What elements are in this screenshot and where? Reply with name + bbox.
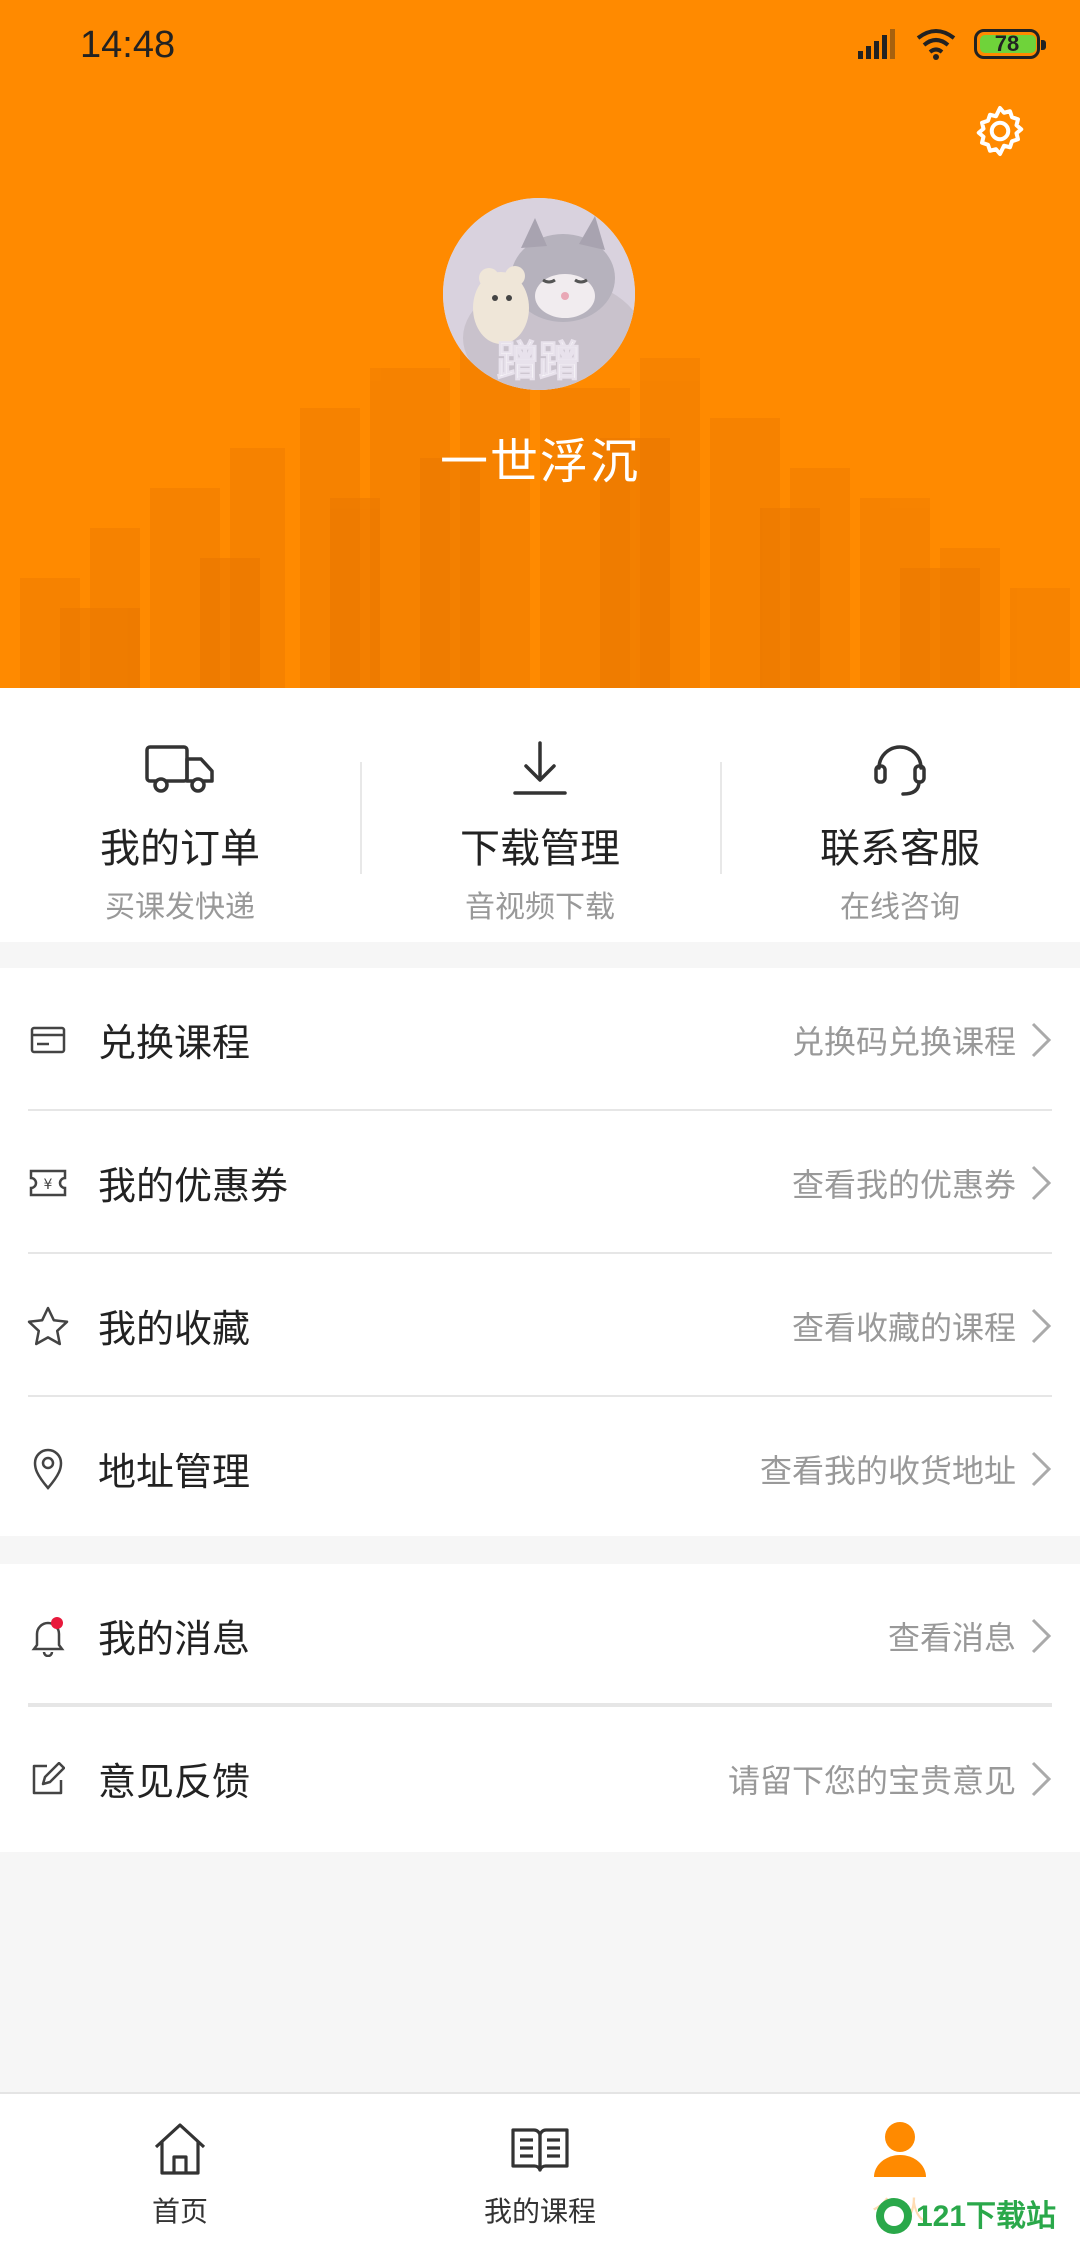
settings-button[interactable] [950,96,1050,166]
menu-row-label: 我的收藏 [98,1307,251,1351]
notification-dot [51,1616,63,1629]
home-icon [154,2123,206,2175]
quick-actions: 我的订单 买课发快递 下载管理 音视频下载 联系客服 在线咨询 [0,688,1080,942]
chevron-right-icon [1031,1308,1052,1343]
svg-text:¥: ¥ [44,1177,53,1193]
edit-icon [32,1761,65,1794]
menu-row-addresses[interactable]: 地址管理 查看我的收货地址 [0,1397,1080,1540]
quick-item-title: 下载管理 [460,826,620,872]
city-skyline-background [20,348,1070,688]
gear-icon [976,106,1024,156]
menu-row-label: 我的消息 [98,1617,251,1661]
quick-item-subtitle: 在线咨询 [840,890,960,925]
card-icon [30,1026,66,1053]
quick-item-support[interactable]: 联系客服 在线咨询 [720,688,1080,942]
menu-row-messages[interactable]: 我的消息 查看消息 [0,1564,1080,1707]
chevron-right-icon [1031,1022,1052,1057]
menu-row-hint: 请留下您的宝贵意见 [727,1761,1016,1800]
star-icon [27,1306,69,1345]
tab-my-courses[interactable]: 我的课程 [360,2094,720,2248]
book-icon [511,2128,569,2172]
username: 一世浮沉 [439,434,640,490]
avatar-cat-photo: 蹭蹭 [443,198,635,390]
chevron-right-icon [1031,1761,1052,1796]
status-time: 14:48 [80,24,176,66]
person-icon [874,2122,926,2177]
watermark-logo: 121下载站 [870,2186,1070,2242]
avatar-caption: 蹭蹭 [497,337,581,386]
battery-indicator: 78 [974,29,1046,59]
watermark-text: 121下载站 [916,2200,1056,2233]
chevron-right-icon [1031,1165,1052,1200]
menu-row-hint: 查看收藏的课程 [791,1308,1016,1347]
menu-row-label: 我的优惠券 [98,1164,289,1208]
menu-row-hint: 查看消息 [887,1618,1016,1657]
truck-icon [145,745,214,793]
menu-group-account: 兑换课程 兑换码兑换课程 ¥ 我的优惠券 查看我的优惠券 我的收藏 查看收藏的课… [0,968,1080,1536]
coupon-icon: ¥ [29,1169,67,1196]
menu-group-messages: 我的消息 查看消息 意见反馈 请留下您的宝贵意见 [0,1564,1080,1852]
menu-row-label: 地址管理 [98,1450,251,1494]
menu-row-label: 兑换课程 [98,1021,251,1065]
tab-home[interactable]: 首页 [0,2094,360,2248]
headset-icon [874,745,926,796]
quick-item-title: 联系客服 [820,826,980,872]
tab-label: 首页 [151,2195,208,2228]
quick-item-downloads[interactable]: 下载管理 音视频下载 [360,688,720,942]
quick-item-subtitle: 音视频下载 [465,890,615,925]
wifi-icon [916,29,956,60]
menu-row-favorites[interactable]: 我的收藏 查看收藏的课程 [0,1254,1080,1397]
profile-header: 14:48 78 蹭蹭 一世浮沉 [0,0,1080,688]
bell-icon [31,1616,65,1657]
quick-item-title: 我的订单 [100,826,260,872]
tab-label: 我的课程 [483,2195,596,2228]
menu-row-redeem-course[interactable]: 兑换课程 兑换码兑换课程 [0,968,1080,1111]
quick-item-subtitle: 买课发快递 [105,890,255,925]
chevron-right-icon [1031,1618,1052,1653]
signal-icon [858,29,895,59]
battery-level: 78 [994,31,1020,56]
location-icon [33,1448,63,1490]
download-icon [513,741,567,795]
menu-row-coupons[interactable]: ¥ 我的优惠券 查看我的优惠券 [0,1111,1080,1254]
chevron-right-icon [1031,1451,1052,1486]
menu-row-feedback[interactable]: 意见反馈 请留下您的宝贵意见 [0,1707,1080,1850]
status-bar: 14:48 78 [0,0,1080,96]
quick-item-orders[interactable]: 我的订单 买课发快递 [0,688,360,942]
menu-row-hint: 查看我的收货地址 [759,1451,1016,1490]
status-icons: 78 [858,28,1046,60]
menu-row-hint: 查看我的优惠券 [791,1165,1016,1204]
menu-row-hint: 兑换码兑换课程 [791,1022,1016,1061]
avatar[interactable]: 蹭蹭 [443,198,635,390]
menu-row-label: 意见反馈 [98,1760,251,1804]
